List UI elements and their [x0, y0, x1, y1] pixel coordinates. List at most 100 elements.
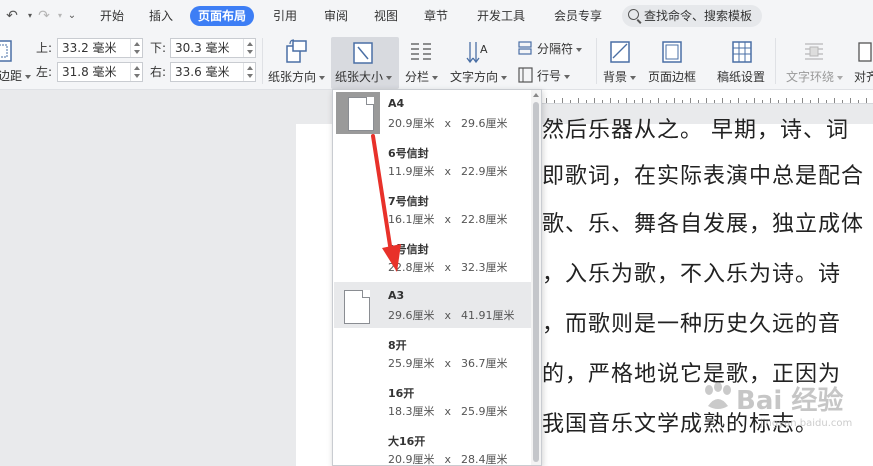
- ruler-tick: [546, 98, 547, 103]
- watermark-url: jingyan.baidu.com: [760, 418, 853, 429]
- paper-size-name: 7号信封: [388, 195, 429, 208]
- background-button[interactable]: 背景: [603, 69, 637, 85]
- paper-size-name: 大16开: [388, 435, 426, 448]
- margin-top-field[interactable]: 33.2 毫米: [57, 38, 143, 58]
- ruler-tick: [554, 100, 555, 103]
- tab-review[interactable]: 审阅: [316, 6, 356, 26]
- dropdown-scrollbar[interactable]: [531, 90, 541, 465]
- margin-left-spinner[interactable]: [130, 63, 142, 81]
- ribbon-toolbar: 边距 上: 33.2 毫米 下: 30.3 毫米 左: 31.8 毫米 右: 3…: [0, 32, 873, 90]
- doc-text-line[interactable]: ，入乐为歌，不入乐为诗。诗: [542, 256, 841, 288]
- tab-insert[interactable]: 插入: [141, 6, 181, 26]
- ruler-tick: [834, 98, 835, 103]
- margin-bottom-label: 下:: [150, 41, 167, 55]
- paper-size-button[interactable]: 纸张大小: [335, 69, 393, 85]
- paper-icon: [336, 92, 380, 134]
- paper-size-option-envelope-7[interactable]: 7号信封 16.1厘米 x 22.8厘米: [334, 186, 531, 232]
- margins-button[interactable]: 边距: [0, 68, 32, 84]
- margin-right-spinner[interactable]: [243, 63, 255, 81]
- ruler-tick: [850, 98, 851, 103]
- margin-bottom-field[interactable]: 30.3 毫米: [170, 38, 256, 58]
- tab-page-layout[interactable]: 页面布局: [190, 6, 255, 26]
- orientation-icon[interactable]: [284, 38, 308, 64]
- ruler-tick: [794, 100, 795, 103]
- scroll-up-arrow-icon[interactable]: [533, 93, 539, 97]
- tab-view[interactable]: 视图: [366, 6, 406, 26]
- margin-top-label: 上:: [36, 41, 53, 55]
- ruler-tick: [610, 98, 611, 103]
- text-direction-button[interactable]: 文字方向: [450, 69, 508, 85]
- separator-button[interactable]: 分隔符: [537, 41, 583, 57]
- separator-icon[interactable]: [518, 41, 534, 55]
- margin-right-label: 右:: [150, 65, 167, 79]
- align-icon[interactable]: [857, 41, 873, 63]
- tab-home[interactable]: 开始: [92, 6, 132, 26]
- margin-bottom-spinner[interactable]: [243, 39, 255, 57]
- baidu-paw-watermark-icon: [705, 382, 731, 409]
- line-number-icon[interactable]: [518, 67, 534, 83]
- doc-text-line[interactable]: 歌、乐、舞各自发展，独立成体: [542, 206, 864, 238]
- ruler-tick: [698, 100, 699, 103]
- tab-member[interactable]: 会员专享: [546, 6, 610, 26]
- paper-size-option-16k[interactable]: 16开 18.3厘米 x 25.9厘米: [334, 378, 531, 424]
- ruler-tick: [570, 100, 571, 103]
- columns-icon[interactable]: [409, 41, 433, 63]
- paper-size-dimensions: 16.1厘米 x 22.8厘米: [388, 213, 508, 226]
- paper-size-dropdown[interactable]: A4 20.9厘米 x 29.6厘米 6号信封 11.9厘米 x 22.9厘米 7号信封…: [332, 89, 542, 466]
- columns-button[interactable]: 分栏: [405, 69, 439, 85]
- ruler-tick: [866, 98, 867, 103]
- ruler-tick: [650, 100, 651, 103]
- paper-size-option-8k[interactable]: 8开 25.9厘米 x 36.7厘米: [334, 330, 531, 376]
- margin-top-spinner[interactable]: [130, 39, 142, 57]
- ruler-tick: [802, 98, 803, 103]
- paper-icon: [344, 290, 370, 324]
- paper-size-option-a3[interactable]: A3 29.6厘米 x 41.91厘米: [334, 282, 531, 328]
- paper-size-name: A4: [388, 97, 405, 110]
- background-icon[interactable]: [609, 40, 631, 64]
- ruler-tick: [634, 100, 635, 103]
- margin-right-field[interactable]: 33.6 毫米: [170, 62, 256, 82]
- paper-size-option-envelope-9[interactable]: 9号信封 22.8厘米 x 32.3厘米: [334, 234, 531, 280]
- orientation-button[interactable]: 纸张方向: [268, 69, 326, 85]
- doc-text-line[interactable]: ，而歌则是一种历史久远的音: [542, 306, 841, 338]
- align-button[interactable]: 对齐: [854, 69, 873, 85]
- margins-icon[interactable]: [0, 40, 12, 62]
- paper-size-option-a4[interactable]: A4 20.9厘米 x 29.6厘米: [334, 90, 531, 136]
- paper-size-dimensions: 25.9厘米 x 36.7厘米: [388, 357, 508, 370]
- draft-paper-icon[interactable]: [731, 40, 753, 64]
- page-border-icon[interactable]: [661, 40, 683, 64]
- tab-chapter[interactable]: 章节: [416, 6, 456, 26]
- ruler-tick: [714, 100, 715, 103]
- tab-developer[interactable]: 开发工具: [469, 6, 533, 26]
- ruler-tick: [746, 100, 747, 103]
- ruler-tick: [786, 98, 787, 103]
- ruler-tick: [762, 100, 763, 103]
- ruler-tick: [658, 98, 659, 103]
- scrollbar-thumb[interactable]: [533, 102, 539, 462]
- ruler-tick: [706, 98, 707, 103]
- ruler-tick: [586, 100, 587, 103]
- ruler-tick: [770, 98, 771, 103]
- margin-left-field[interactable]: 31.8 毫米: [57, 62, 143, 82]
- draft-paper-button[interactable]: 稿纸设置: [717, 69, 765, 85]
- ruler-tick: [666, 100, 667, 103]
- doc-text-line[interactable]: 然后乐器从之。 早期，诗、词: [542, 112, 849, 144]
- tab-references[interactable]: 引用: [265, 6, 305, 26]
- doc-text-line[interactable]: 即歌词，在实际表演中总是配合: [542, 158, 864, 190]
- text-direction-icon[interactable]: A: [465, 39, 491, 65]
- ruler-tick: [730, 100, 731, 103]
- redo-icon[interactable]: ↷: [36, 8, 52, 24]
- text-wrap-icon: [805, 43, 823, 60]
- paper-size-name: 9号信封: [388, 243, 429, 256]
- quick-access-menu-icon[interactable]: ⌄: [64, 8, 80, 24]
- ruler-tick: [594, 98, 595, 103]
- ruler-tick: [722, 98, 723, 103]
- paper-size-option-envelope-6[interactable]: 6号信封 11.9厘米 x 22.9厘米: [334, 138, 531, 184]
- undo-icon[interactable]: ↶: [4, 8, 20, 24]
- paper-size-option-large-16k[interactable]: 大16开 20.9厘米 x 28.4厘米: [334, 426, 531, 465]
- paper-size-icon[interactable]: [352, 41, 374, 65]
- page-border-button[interactable]: 页面边框: [648, 69, 696, 85]
- horizontal-ruler[interactable]: [540, 90, 873, 104]
- line-number-button[interactable]: 行号: [537, 68, 571, 84]
- command-search-input[interactable]: 查找命令、搜索模板: [622, 5, 762, 27]
